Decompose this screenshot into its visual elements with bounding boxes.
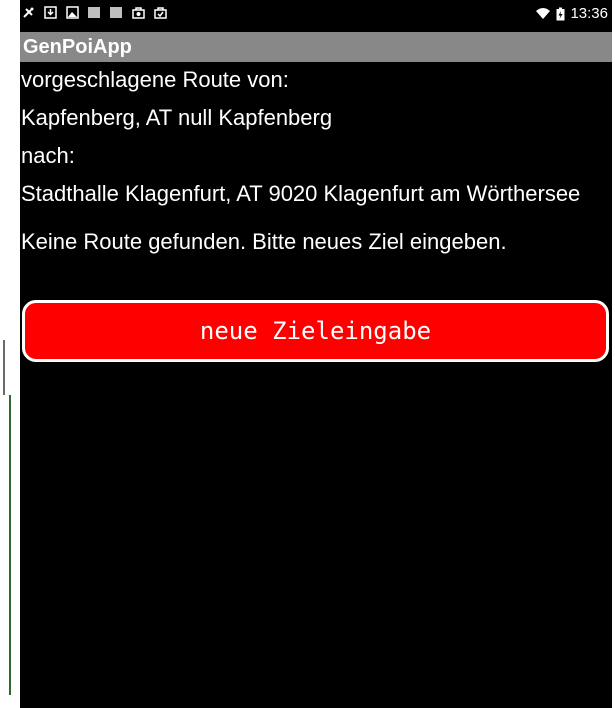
satellite-icon xyxy=(23,7,34,18)
download-icon xyxy=(44,6,57,19)
edge-mark xyxy=(9,395,11,695)
bag-icon xyxy=(132,7,145,19)
to-label: nach: xyxy=(21,143,75,168)
wifi-icon xyxy=(536,8,551,19)
system-status: 13:36 xyxy=(535,5,608,22)
background-window-edge xyxy=(0,0,20,708)
no-route-message: Keine Route gefunden. Bitte neues Ziel e… xyxy=(21,229,507,254)
image-icon xyxy=(66,6,79,19)
barcode-icon xyxy=(110,7,122,18)
app-title: GenPoiApp xyxy=(20,32,612,62)
route-info: vorgeschlagene Route von: Kapfenberg, AT… xyxy=(20,66,612,266)
new-target-button[interactable]: neue Zieleingabe xyxy=(22,300,609,362)
battery-icon xyxy=(556,7,565,20)
from-label: vorgeschlagene Route von: xyxy=(21,67,289,92)
from-value: Kapfenberg, AT null Kapfenberg xyxy=(21,105,333,130)
to-value: Stadthalle Klagenfurt, AT 9020 Klagenfur… xyxy=(21,181,581,206)
edge-mark xyxy=(3,340,5,395)
status-bar: 13:36 xyxy=(20,0,612,30)
notification-icons xyxy=(22,6,167,19)
android-screen: 13:36 GenPoiApp vorgeschlagene Route von… xyxy=(20,0,612,708)
clock: 13:36 xyxy=(570,5,608,22)
bag-check-icon xyxy=(154,7,167,19)
barcode-icon xyxy=(88,7,100,18)
